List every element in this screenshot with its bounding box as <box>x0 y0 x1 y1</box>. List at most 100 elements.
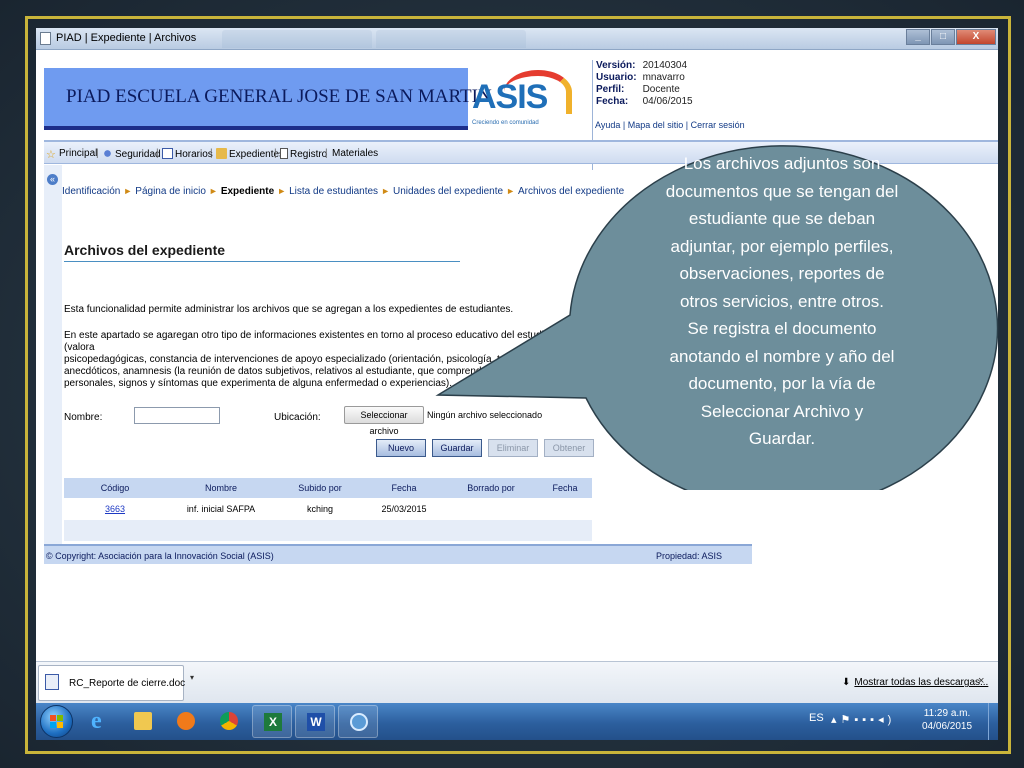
internet-explorer-icon: e <box>91 708 102 734</box>
version-value: 20140304 <box>642 60 688 71</box>
clock-time: 11:29 a.m. <box>923 708 971 719</box>
menu-item-principal[interactable]: ☆ Principal <box>46 148 97 161</box>
media-player-icon <box>177 712 195 730</box>
table-row-empty <box>64 520 592 541</box>
codigo-link[interactable]: 3663 <box>105 504 125 514</box>
column-header[interactable]: Código <box>64 478 166 498</box>
profile-value: Docente <box>642 84 680 95</box>
breadcrumb-item[interactable]: Lista de estudiantes <box>289 186 378 197</box>
callout-line: otros servicios, entre otros. <box>679 291 885 311</box>
column-header[interactable]: Subido por <box>276 478 364 498</box>
remote-desktop-icon <box>350 713 368 731</box>
chevron-right-icon: ► <box>123 186 133 196</box>
show-all-downloads-link[interactable]: ⬇ Mostrar todas las descargas... <box>842 677 988 688</box>
select-file-button[interactable]: Seleccionar archivo <box>344 406 424 436</box>
menu-item-materiales[interactable]: Materiales <box>332 148 378 159</box>
nuevo-button[interactable]: Nuevo <box>376 439 426 457</box>
system-clock[interactable]: 11:29 a.m. 04/06/2015 <box>922 707 972 733</box>
callout-line: estudiante que se deban <box>688 209 876 228</box>
callout-line: documentos que se tengan del <box>665 181 899 201</box>
nombre-label: Nombre: <box>64 412 103 423</box>
column-header[interactable]: Nombre <box>166 478 276 498</box>
nombre-input[interactable] <box>134 407 220 424</box>
page-icon <box>40 32 51 45</box>
breadcrumb-item[interactable]: Expediente <box>221 186 274 197</box>
menu-item-registro[interactable]: Registro <box>280 148 327 160</box>
document-icon <box>280 148 288 159</box>
start-button[interactable] <box>40 705 73 738</box>
taskbar-app-media[interactable] <box>166 705 206 738</box>
maximize-button[interactable]: □ <box>931 29 955 45</box>
close-download-bar-icon[interactable]: × <box>978 675 984 687</box>
cell-fecha: 25/03/2015 <box>381 504 427 514</box>
folder-icon <box>134 712 152 730</box>
version-label: Versión: <box>596 60 636 71</box>
excel-icon: X <box>264 713 282 731</box>
copyright-text: © Copyright: Asociación para la Innovaci… <box>46 551 274 561</box>
cell-codigo[interactable]: 3663 <box>64 498 166 520</box>
user-value: mnavarro <box>642 72 685 83</box>
cell-borrado-por <box>444 498 538 520</box>
taskbar-app-chrome[interactable] <box>209 705 249 738</box>
language-indicator[interactable]: ES <box>809 712 824 724</box>
folder-icon <box>216 148 227 159</box>
download-arrow-icon: ⬇ <box>842 677 851 688</box>
breadcrumb-item[interactable]: Página de inicio <box>135 186 206 197</box>
collapse-toggle-icon[interactable]: « <box>47 174 58 185</box>
star-icon: ☆ <box>46 149 56 161</box>
callout-line: Seleccionar Archivo y <box>700 401 864 421</box>
school-name: PIAD ESCUELA GENERAL JOSE DE SAN MARTIN <box>66 86 492 107</box>
system-tray-icons[interactable]: ▴⚑▪▪▪◂) <box>831 713 895 726</box>
download-bar: RC_Reporte de cierre.doc ▾ ⬇ Mostrar toda… <box>36 661 998 703</box>
calendar-icon <box>162 148 173 159</box>
chevron-right-icon: ► <box>208 186 218 196</box>
taskbar-app-ie[interactable]: e <box>80 705 120 738</box>
callout-line: Los archivos adjuntos son <box>683 154 881 173</box>
page-footer: © Copyright: Asociación para la Innovaci… <box>44 544 752 564</box>
background-tab[interactable] <box>222 30 372 48</box>
download-file-name: RC_Reporte de cierre.doc <box>69 678 186 689</box>
taskbar: e X W ES ▴⚑▪▪▪◂) 11:29 a.m. 04/06/2015 <box>36 703 998 740</box>
cell-nombre: inf. inicial SAFPA <box>186 504 256 514</box>
table-row[interactable]: 3663 inf. inicial SAFPA kching 25/03/201… <box>64 498 592 520</box>
users-icon <box>102 148 113 159</box>
taskbar-app-remote[interactable] <box>338 705 378 738</box>
chevron-right-icon: ► <box>381 186 390 196</box>
minimize-button[interactable]: _ <box>906 29 930 45</box>
close-button[interactable]: X <box>956 29 996 45</box>
menu-item-seguridad[interactable]: Seguridad <box>102 148 161 160</box>
title-bar: PIAD | Expediente | Archivos _ □ X <box>36 28 998 50</box>
show-desktop-button[interactable] <box>988 703 998 740</box>
taskbar-app-word[interactable]: W <box>295 705 335 738</box>
chevron-right-icon: ► <box>277 186 287 196</box>
page-title: Archivos del expediente <box>64 242 460 262</box>
cell-subido-por: kching <box>306 504 333 514</box>
menu-item-horarios[interactable]: Horarios <box>162 148 213 160</box>
taskbar-app-excel[interactable]: X <box>252 705 292 738</box>
date-value: 04/06/2015 <box>642 96 693 107</box>
school-banner: PIAD ESCUELA GENERAL JOSE DE SAN MARTIN <box>44 68 492 130</box>
property-text: Propiedad: ASIS <box>655 551 722 561</box>
callout-line: documento, por la vía de <box>688 374 876 393</box>
callout-line: adjuntar, por ejemplo perfiles, <box>670 236 894 256</box>
callout-text: Los archivos adjuntos son documentos que… <box>596 150 968 453</box>
download-item[interactable]: RC_Reporte de cierre.doc <box>38 665 186 701</box>
profile-label: Perfil: <box>596 84 625 95</box>
taskbar-app-explorer[interactable] <box>123 705 163 738</box>
word-document-icon <box>45 674 59 690</box>
windows-logo-icon <box>50 715 64 729</box>
callout-line: Guardar. <box>748 429 816 448</box>
cell-fecha-borrado <box>538 498 592 520</box>
user-label: Usuario: <box>596 72 637 83</box>
date-label: Fecha: <box>596 96 629 107</box>
callout-line: observaciones, reportes de <box>679 264 885 283</box>
breadcrumb-item[interactable]: Identificación <box>62 186 120 197</box>
side-panel: « <box>44 165 62 545</box>
background-tab[interactable] <box>376 30 526 48</box>
callout-line: anotando el nombre y año del <box>669 346 895 366</box>
ubicacion-label: Ubicación: <box>274 412 321 423</box>
download-menu-chevron-icon[interactable]: ▾ <box>184 665 200 701</box>
window-title: PIAD | Expediente | Archivos <box>56 32 197 44</box>
callout-line: Se registra el documento <box>687 319 877 338</box>
word-icon: W <box>307 713 325 731</box>
